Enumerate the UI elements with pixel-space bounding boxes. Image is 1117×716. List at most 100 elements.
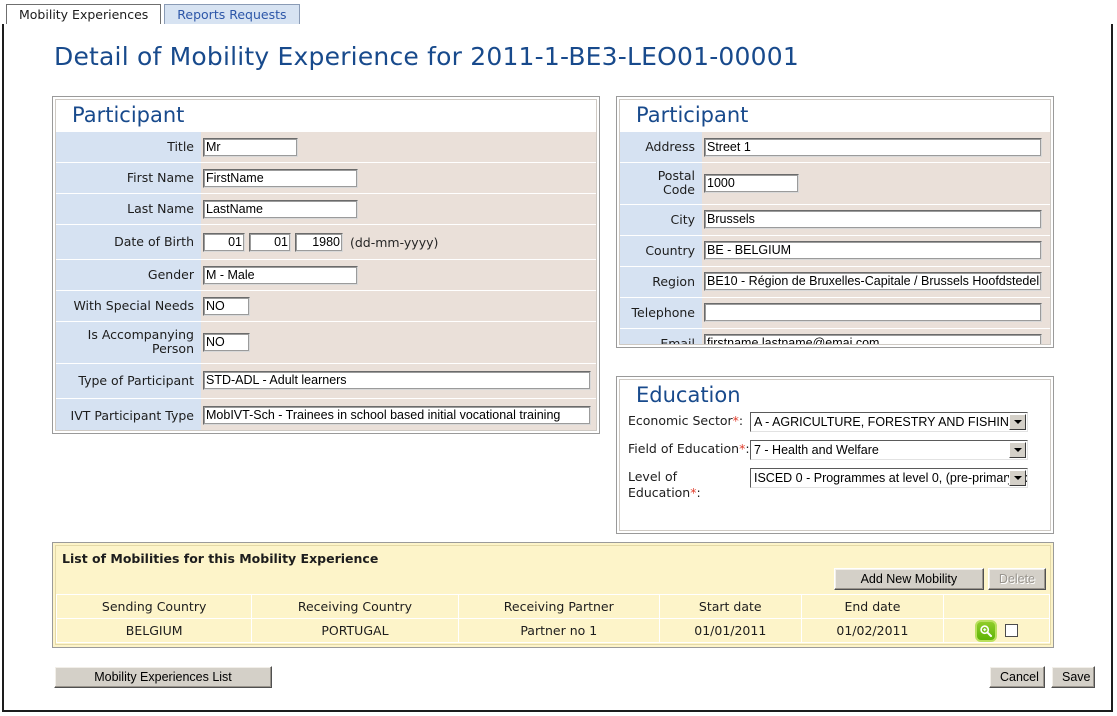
tab-mobility-experiences-label: Mobility Experiences	[19, 7, 149, 22]
table-header-row: Sending Country Receiving Country Receiv…	[55, 594, 1050, 619]
field-row-city: City Brussels	[620, 204, 1050, 236]
column-header-sending-country: Sending Country	[55, 594, 253, 619]
column-header-start-date: Start date	[658, 594, 802, 619]
tab-reports-requests[interactable]: Reports Requests	[164, 4, 300, 24]
input-address[interactable]: Street 1	[704, 137, 1042, 157]
cell-receiving-partner: Partner no 1	[457, 618, 660, 643]
input-email[interactable]: firstname.lastname@emai.com	[704, 334, 1042, 344]
label-postal-code: Postal Code	[620, 163, 702, 204]
label-special-needs: With Special Needs	[56, 291, 201, 321]
add-new-mobility-button[interactable]: Add New Mobility	[833, 568, 984, 590]
label-telephone: Telephone	[620, 297, 702, 328]
label-colon-economic-sector: :	[738, 413, 744, 428]
label-colon-field-of-education: :	[745, 441, 750, 456]
input-last-name[interactable]: LastName	[203, 199, 358, 219]
select-field-of-education[interactable]: 7 - Health and Welfare	[750, 440, 1028, 460]
mobility-experiences-list-button[interactable]: Mobility Experiences List	[54, 666, 272, 688]
column-header-receiving-country: Receiving Country	[251, 594, 459, 619]
save-button[interactable]: Save	[1051, 666, 1095, 688]
label-region: Region	[620, 266, 702, 297]
field-row-special-needs: With Special Needs NO	[56, 291, 596, 322]
input-title[interactable]: Mr	[203, 137, 298, 157]
mobilities-table: Sending Country Receiving Country Receiv…	[55, 594, 1050, 643]
mobilities-button-bar: Add New Mobility Delete	[833, 568, 1046, 590]
input-gender[interactable]: M - Male	[203, 265, 358, 285]
label-ivt-participant-type: IVT Participant Type	[56, 398, 201, 430]
cell-receiving-country: PORTUGAL	[251, 618, 459, 643]
field-row-accompanying-person: Is Accompanying Person NO	[56, 322, 596, 364]
input-dob-day[interactable]: 01	[203, 232, 245, 252]
field-type-of-participant: STD-ADL - Adult learners	[201, 364, 596, 398]
chevron-down-icon[interactable]	[1009, 414, 1026, 430]
field-postal-code: 1000	[702, 163, 1050, 204]
cancel-button[interactable]: Cancel	[989, 666, 1045, 688]
participant-personal-panel: Participant Title Mr First Name FirstNam…	[52, 96, 600, 434]
input-ivt-participant-type[interactable]: MobIVT-Sch - Trainees in school based in…	[203, 406, 591, 426]
education-row-level-of-education: Level of Education*: ISCED 0 - Programme…	[628, 468, 1050, 500]
label-level-of-education: Level of Education*:	[628, 468, 750, 500]
input-postal-code[interactable]: 1000	[704, 173, 799, 193]
tab-reports-requests-label: Reports Requests	[177, 7, 287, 22]
label-economic-sector-text: Economic Sector	[628, 413, 733, 428]
input-type-of-participant[interactable]: STD-ADL - Adult learners	[203, 371, 591, 391]
input-first-name[interactable]: FirstName	[203, 168, 358, 188]
label-title: Title	[56, 132, 201, 162]
input-country[interactable]: BE - BELGIUM	[704, 241, 1042, 261]
dob-format-hint: (dd-mm-yyyy)	[350, 234, 439, 250]
select-level-of-education[interactable]: ISCED 0 - Programmes at level 0, (pre-pr…	[750, 468, 1028, 488]
field-row-gender: Gender M - Male	[56, 260, 596, 291]
select-economic-sector[interactable]: A - AGRICULTURE, FORESTRY AND FISHING	[750, 412, 1028, 432]
education-panel: Education Economic Sector*: A - AGRICULT…	[616, 376, 1054, 534]
label-gender: Gender	[56, 260, 201, 290]
magnifier-icon[interactable]	[975, 619, 998, 642]
input-region[interactable]: BE10 - Région de Bruxelles-Capitale / Br…	[704, 272, 1042, 292]
field-region: BE10 - Région de Bruxelles-Capitale / Br…	[702, 267, 1050, 297]
page-frame: Detail of Mobility Experience for 2011-1…	[2, 22, 1113, 712]
field-first-name: FirstName	[201, 163, 596, 193]
participant-personal-panel-inner: Participant Title Mr First Name FirstNam…	[55, 99, 597, 431]
field-accompanying-person: NO	[201, 322, 596, 363]
chevron-down-icon[interactable]	[1009, 470, 1026, 486]
mobilities-list-panel: List of Mobilities for this Mobility Exp…	[52, 542, 1054, 648]
participant-address-panel-inner: Participant Address Street 1 Postal Code…	[619, 99, 1051, 345]
label-field-of-education: Field of Education*:	[628, 440, 750, 457]
field-row-region: Region BE10 - Région de Bruxelles-Capita…	[620, 266, 1050, 298]
tab-mobility-experiences[interactable]: Mobility Experiences	[6, 4, 162, 24]
label-economic-sector: Economic Sector*:	[628, 412, 750, 429]
field-date-of-birth: 01 01 1980 (dd-mm-yyyy)	[201, 225, 596, 259]
label-city: City	[620, 204, 702, 235]
field-telephone	[702, 298, 1050, 328]
input-dob-month[interactable]: 01	[249, 232, 291, 252]
field-row-type-of-participant: Type of Participant STD-ADL - Adult lear…	[56, 363, 596, 399]
input-accompanying-person[interactable]: NO	[203, 332, 250, 352]
field-special-needs: NO	[201, 291, 596, 321]
field-row-ivt-participant-type: IVT Participant Type MobIVT-Sch - Traine…	[56, 398, 596, 430]
label-last-name: Last Name	[56, 194, 201, 224]
field-row-address: Address Street 1	[620, 132, 1050, 163]
field-row-telephone: Telephone	[620, 297, 1050, 329]
participant-address-legend: Participant	[636, 103, 749, 127]
footer-right-actions: Cancel Save	[989, 666, 1095, 688]
label-level-of-education-text: Level of Education	[628, 469, 691, 500]
input-city[interactable]: Brussels	[704, 210, 1042, 230]
select-economic-sector-value: A - AGRICULTURE, FORESTRY AND FISHING	[754, 415, 1019, 429]
field-gender: M - Male	[201, 260, 596, 290]
column-header-end-date: End date	[800, 594, 945, 619]
label-address: Address	[620, 132, 702, 162]
select-level-of-education-value: ISCED 0 - Programmes at level 0, (pre-pr…	[754, 471, 1027, 485]
mobilities-list-inner: List of Mobilities for this Mobility Exp…	[55, 545, 1051, 645]
chevron-down-icon[interactable]	[1009, 442, 1026, 458]
input-telephone[interactable]	[704, 303, 1042, 323]
footer-left-actions: Mobility Experiences List	[54, 666, 272, 688]
field-row-title: Title Mr	[56, 132, 596, 163]
cell-actions	[943, 618, 1050, 643]
row-select-checkbox[interactable]	[1005, 624, 1019, 637]
page-title: Detail of Mobility Experience for 2011-1…	[54, 42, 799, 71]
table-row: BELGIUM PORTUGAL Partner no 1 01/01/2011…	[55, 618, 1050, 643]
field-email: firstname.lastname@emai.com	[702, 329, 1050, 344]
field-row-country: Country BE - BELGIUM	[620, 235, 1050, 267]
cell-end-date: 01/02/2011	[800, 618, 945, 643]
input-special-needs[interactable]: NO	[203, 296, 250, 316]
input-dob-year[interactable]: 1980	[295, 232, 343, 252]
participant-personal-legend: Participant	[72, 103, 185, 127]
